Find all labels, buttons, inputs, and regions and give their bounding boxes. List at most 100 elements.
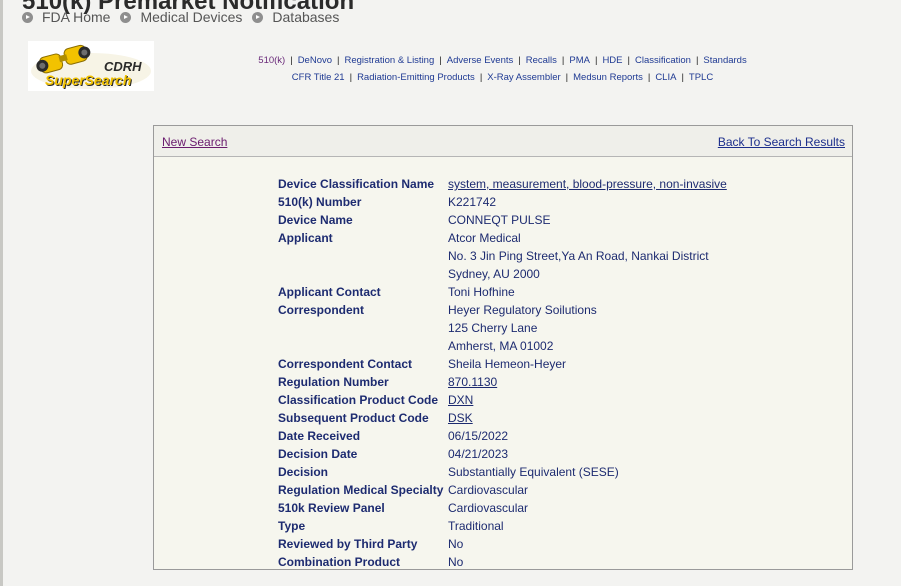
detail-row-device-name: Device Name CONNEQT PULSE — [278, 211, 727, 229]
nav-link-pma[interactable]: PMA — [569, 55, 590, 66]
detail-row-subsequent-product-code: Subsequent Product Code DSK — [278, 409, 727, 427]
detail-row-medical-specialty: Regulation Medical Specialty Cardiovascu… — [278, 481, 727, 499]
nav-link-standards[interactable]: Standards — [703, 55, 746, 66]
detail-value: 04/21/2023 — [448, 447, 509, 461]
nav-link-recalls[interactable]: Recalls — [526, 55, 557, 66]
detail-label: Device Name — [278, 213, 353, 227]
nav-link-radiation-emitting[interactable]: Radiation-Emitting Products — [357, 72, 475, 83]
detail-value: No — [448, 555, 464, 569]
detail-label: Type — [278, 519, 306, 533]
classification-product-code-link[interactable]: DXN — [448, 393, 473, 407]
detail-value: DSK — [448, 409, 473, 427]
detail-row-510k-number: 510(k) Number K221742 — [278, 193, 727, 211]
detail-row-correspondent: Correspondent Heyer Regulatory Soilution… — [278, 301, 727, 355]
correspondent-name: Heyer Regulatory Soilutions — [448, 303, 597, 317]
panel-header: New Search Back To Search Results — [154, 126, 852, 157]
detail-row-third-party: Reviewed by Third Party No — [278, 535, 727, 553]
detail-row-decision-date: Decision Date 04/21/2023 — [278, 445, 727, 463]
nav-link-hde[interactable]: HDE — [602, 55, 622, 66]
nav-link-clia[interactable]: CLIA — [655, 72, 676, 83]
detail-row-classification-name: Device Classification Name system, measu… — [278, 175, 727, 193]
detail-row-date-received: Date Received 06/15/2022 — [278, 427, 727, 445]
detail-row-combination-product: Combination Product No — [278, 553, 727, 571]
arrow-bullet-icon — [22, 11, 33, 23]
nav-link-medsun-reports[interactable]: Medsun Reports — [573, 72, 643, 83]
detail-value: DXN — [448, 391, 473, 409]
applicant-street: No. 3 Jin Ping Street,Ya An Road, Nankai… — [448, 249, 709, 263]
classification-name-link[interactable]: system, measurement, blood-pressure, non… — [448, 177, 727, 191]
detail-value: No — [448, 537, 464, 551]
detail-value: 870.1130 — [448, 373, 497, 391]
subsequent-product-code-link[interactable]: DSK — [448, 411, 473, 425]
correspondent-city: Amherst, MA 01002 — [448, 339, 554, 353]
nav-link-tplc[interactable]: TPLC — [689, 72, 713, 83]
breadcrumb-medical-devices[interactable]: Medical Devices — [120, 9, 242, 25]
detail-label: Reviewed by Third Party — [278, 537, 418, 551]
detail-row-applicant: Applicant Atcor Medical No. 3 Jin Ping S… — [278, 229, 727, 283]
back-to-search-results-link[interactable]: Back To Search Results — [718, 135, 845, 149]
detail-label: Correspondent — [278, 303, 365, 317]
database-nav-row-2: CFR Title 21 | Radiation-Emitting Products… — [291, 72, 714, 83]
database-nav-row-1: 510(k) | DeNovo | Registration & Listing | Adv… — [258, 55, 747, 66]
nav-link-registration-listing[interactable]: Registration & Listing — [344, 55, 434, 66]
detail-row-review-panel: 510k Review Panel Cardiovascular — [278, 499, 727, 517]
detail-row-regulation-number: Regulation Number 870.1130 — [278, 373, 727, 391]
nav-link-xray-assembler[interactable]: X-Ray Assembler — [487, 72, 560, 83]
left-border — [0, 0, 3, 586]
detail-label: 510k Review Panel — [278, 501, 385, 515]
detail-row-correspondent-contact: Correspondent Contact Sheila Hemeon-Heye… — [278, 355, 727, 373]
detail-label: Date Received — [278, 429, 361, 443]
detail-label: Applicant — [278, 231, 333, 245]
database-nav: 510(k) | DeNovo | Registration & Listing | Adv… — [155, 52, 850, 86]
nav-link-classification[interactable]: Classification — [635, 55, 691, 66]
detail-label: Applicant Contact — [278, 285, 381, 299]
detail-label: Regulation Medical Specialty — [278, 483, 444, 497]
new-search-link[interactable]: New Search — [162, 135, 227, 149]
detail-label: Device Classification Name — [278, 177, 435, 191]
detail-value: K221742 — [448, 195, 497, 209]
breadcrumb-label[interactable]: Medical Devices — [140, 9, 242, 25]
detail-label: Correspondent Contact — [278, 357, 413, 371]
arrow-bullet-icon — [120, 11, 132, 23]
detail-row-type: Type Traditional — [278, 517, 727, 535]
page: 510(k) Premarket Notification FDA Home M… — [0, 0, 901, 586]
detail-value: system, measurement, blood-pressure, non… — [448, 175, 727, 193]
detail-value: Cardiovascular — [448, 501, 529, 515]
arrow-bullet-icon — [252, 11, 264, 23]
detail-label: Classification Product Code — [278, 393, 439, 407]
detail-value: Traditional — [448, 519, 504, 533]
nav-link-denovo[interactable]: DeNovo — [298, 55, 332, 66]
logo-text-supersearch-highlight: SuperSearch — [45, 72, 131, 88]
detail-row-decision: Decision Substantially Equivalent (SESE) — [278, 463, 727, 481]
nav-link-cfr-title-21[interactable]: CFR Title 21 — [292, 72, 345, 83]
detail-label: Decision — [278, 465, 329, 479]
detail-value: Toni Hofhine — [448, 285, 515, 299]
detail-label: Decision Date — [278, 447, 358, 461]
breadcrumb-label[interactable]: Databases — [272, 9, 339, 25]
detail-label: Combination Product — [278, 555, 400, 569]
breadcrumb-databases[interactable]: Databases — [252, 9, 339, 25]
detail-row-applicant-contact: Applicant Contact Toni Hofhine — [278, 283, 727, 301]
nav-link-adverse-events[interactable]: Adverse Events — [447, 55, 514, 66]
detail-value: Sheila Hemeon-Heyer — [448, 357, 567, 371]
detail-value: Cardiovascular — [448, 483, 529, 497]
detail-label: 510(k) Number — [278, 195, 362, 209]
detail-value: Atcor Medical No. 3 Jin Ping Street,Ya A… — [448, 229, 709, 283]
detail-row-classification-product-code: Classification Product Code DXN — [278, 391, 727, 409]
record-panel: New Search Back To Search Results Device… — [153, 125, 853, 570]
detail-value: Heyer Regulatory Soilutions 125 Cherry L… — [448, 301, 597, 355]
regulation-number-link[interactable]: 870.1130 — [448, 375, 497, 389]
detail-value: CONNEQT PULSE — [448, 213, 551, 227]
breadcrumb-label[interactable]: FDA Home — [42, 9, 110, 25]
applicant-city: Sydney, AU 2000 — [448, 267, 540, 281]
applicant-name: Atcor Medical — [448, 231, 521, 245]
detail-value: Substantially Equivalent (SESE) — [448, 465, 619, 479]
detail-value: 06/15/2022 — [448, 429, 509, 443]
nav-link-510k[interactable]: 510(k) — [258, 55, 285, 66]
breadcrumb: FDA Home Medical Devices Databases — [22, 9, 349, 25]
breadcrumb-fda-home[interactable]: FDA Home — [22, 9, 110, 25]
detail-label: Regulation Number — [278, 375, 389, 389]
cdrh-supersearch-logo[interactable]: CDRH SuperSearch SuperSearch — [28, 41, 154, 91]
correspondent-street: 125 Cherry Lane — [448, 321, 538, 335]
detail-label: Subsequent Product Code — [278, 411, 429, 425]
